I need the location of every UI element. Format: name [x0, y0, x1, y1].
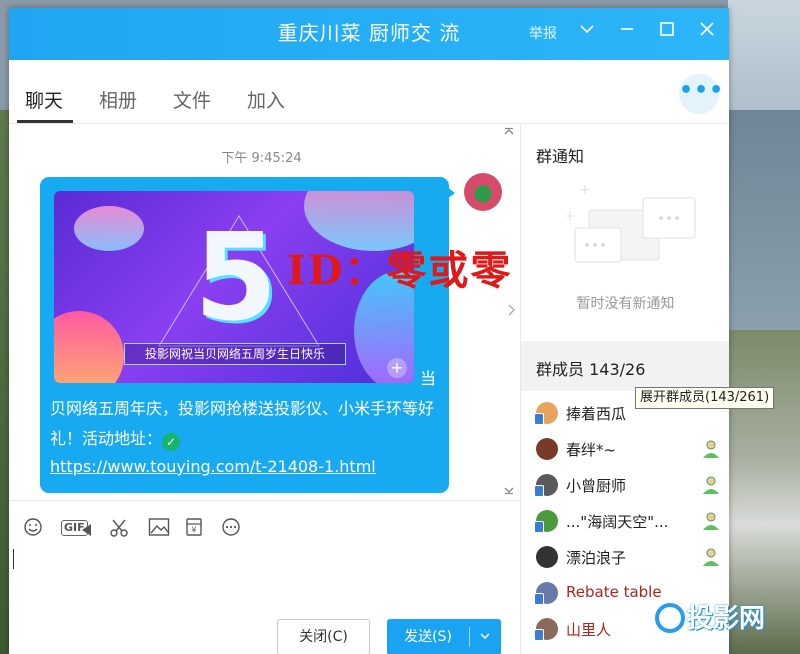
- message-text: 贝网络五周年庆，投影网抢楼送投影仪、小米手环等好礼！活动地址： ✓: [50, 394, 445, 454]
- image-icon[interactable]: [147, 517, 171, 539]
- send-button-label: 发送(S): [404, 629, 452, 645]
- member-row[interactable]: 小曾厨师: [521, 467, 729, 503]
- message-bubble[interactable]: 5 投影网祝当贝网络五周岁生日快乐 + 当 贝网络五周年庆，投影网抢楼送投影仪、…: [40, 177, 449, 493]
- scroll-down-icon[interactable]: [502, 485, 516, 498]
- zoom-in-icon[interactable]: +: [387, 358, 407, 378]
- online-user-icon: [703, 512, 719, 530]
- composer: GIF ¥ 关闭(C) 发送(S): [9, 500, 520, 654]
- send-options-icon[interactable]: [473, 619, 497, 654]
- member-row[interactable]: ..."海阔天空"...: [521, 503, 729, 539]
- device-icon: [534, 629, 544, 641]
- member-name: 漂泊浪子: [566, 549, 627, 567]
- device-icon: [534, 413, 544, 425]
- chat-window: 重庆川菜 厨师交 流 举报 聊天 相册 文件 加入 ••• 下午 9:45:24…: [9, 8, 729, 654]
- collapse-panel-icon[interactable]: [506, 303, 516, 321]
- watermark-id-text: ID：零或零: [287, 247, 513, 294]
- decor-blob: [74, 206, 144, 251]
- scissors-icon[interactable]: [107, 517, 131, 539]
- empty-notice-illustration: + +: [565, 182, 696, 263]
- verified-icon: ✓: [162, 433, 181, 451]
- chevron-down-icon[interactable]: [575, 20, 599, 44]
- text-input-caret[interactable]: [13, 549, 14, 569]
- device-icon: [534, 485, 544, 497]
- tab-album[interactable]: 相册: [99, 86, 137, 113]
- logo-ring-icon: [655, 603, 685, 633]
- maximize-icon[interactable]: [655, 20, 679, 44]
- members-header[interactable]: 群成员 143/26: [521, 341, 729, 391]
- report-button[interactable]: 举报: [529, 23, 557, 43]
- video-icon[interactable]: [82, 521, 92, 543]
- sky: [728, 0, 800, 110]
- decor-blob: [54, 311, 124, 383]
- promo-banner: 投影网祝当贝网络五周岁生日快乐: [124, 343, 346, 365]
- device-icon: [534, 521, 544, 533]
- svg-text:¥: ¥: [191, 526, 196, 535]
- tab-bar: 聊天 相册 文件 加入 •••: [9, 60, 729, 124]
- close-button[interactable]: 关闭(C): [277, 619, 370, 654]
- promo-big-five: 5: [194, 209, 278, 348]
- avatar[interactable]: [464, 173, 502, 211]
- member-row[interactable]: 春绊*~: [521, 431, 729, 467]
- title-bar[interactable]: 重庆川菜 厨师交 流 举报: [9, 8, 729, 60]
- lake: [728, 110, 800, 350]
- no-notice-text: 暂时没有新通知: [576, 296, 675, 312]
- expand-members-tooltip: 展开群成员(143/261): [635, 387, 775, 409]
- send-button[interactable]: 发送(S): [387, 619, 501, 654]
- emoji-icon[interactable]: [22, 517, 44, 539]
- red-packet-icon[interactable]: ¥: [183, 517, 205, 539]
- message-text-body: 贝网络五周年庆，投影网抢楼送投影仪、小米手环等好礼！活动地址：: [50, 399, 435, 448]
- svg-text:+: +: [565, 209, 575, 223]
- message-timestamp: 下午 9:45:24: [221, 151, 302, 166]
- online-user-icon: [703, 440, 719, 458]
- send-divider: [469, 627, 470, 647]
- member-row[interactable]: 漂泊浪子: [521, 539, 729, 575]
- more-tools-icon[interactable]: [220, 517, 242, 539]
- member-name: 小曾厨师: [566, 477, 627, 495]
- tab-join[interactable]: 加入: [247, 86, 285, 113]
- avatar: [536, 438, 558, 460]
- avatar: [536, 546, 558, 568]
- tab-files[interactable]: 文件: [173, 86, 211, 113]
- online-user-icon: [703, 548, 719, 566]
- message-text-start: 当: [420, 369, 437, 388]
- scroll-up-icon[interactable]: [502, 127, 516, 140]
- members-count: 群成员 143/26: [536, 360, 646, 379]
- member-name: ..."海阔天空"...: [566, 513, 669, 531]
- svg-text:+: +: [579, 182, 591, 198]
- tab-chat[interactable]: 聊天: [25, 86, 63, 113]
- message-area[interactable]: 下午 9:45:24 5 投影网祝当贝网络五周岁生日快乐 + 当 贝网络五周年庆…: [9, 125, 520, 500]
- watermark-logo-text: 投影网: [687, 604, 766, 634]
- member-name: 春绊*~: [566, 441, 617, 459]
- online-user-icon: [703, 476, 719, 494]
- device-icon: [534, 593, 544, 605]
- group-notice-title: 群通知: [536, 147, 585, 166]
- watermark-logo: 投影网: [655, 598, 765, 635]
- minimize-icon[interactable]: [615, 20, 639, 44]
- activity-link[interactable]: https://www.touying.com/t-21408-1.html: [50, 454, 376, 480]
- more-options-button[interactable]: •••: [679, 74, 723, 114]
- active-tab-indicator: [17, 120, 73, 123]
- close-icon[interactable]: [695, 20, 719, 44]
